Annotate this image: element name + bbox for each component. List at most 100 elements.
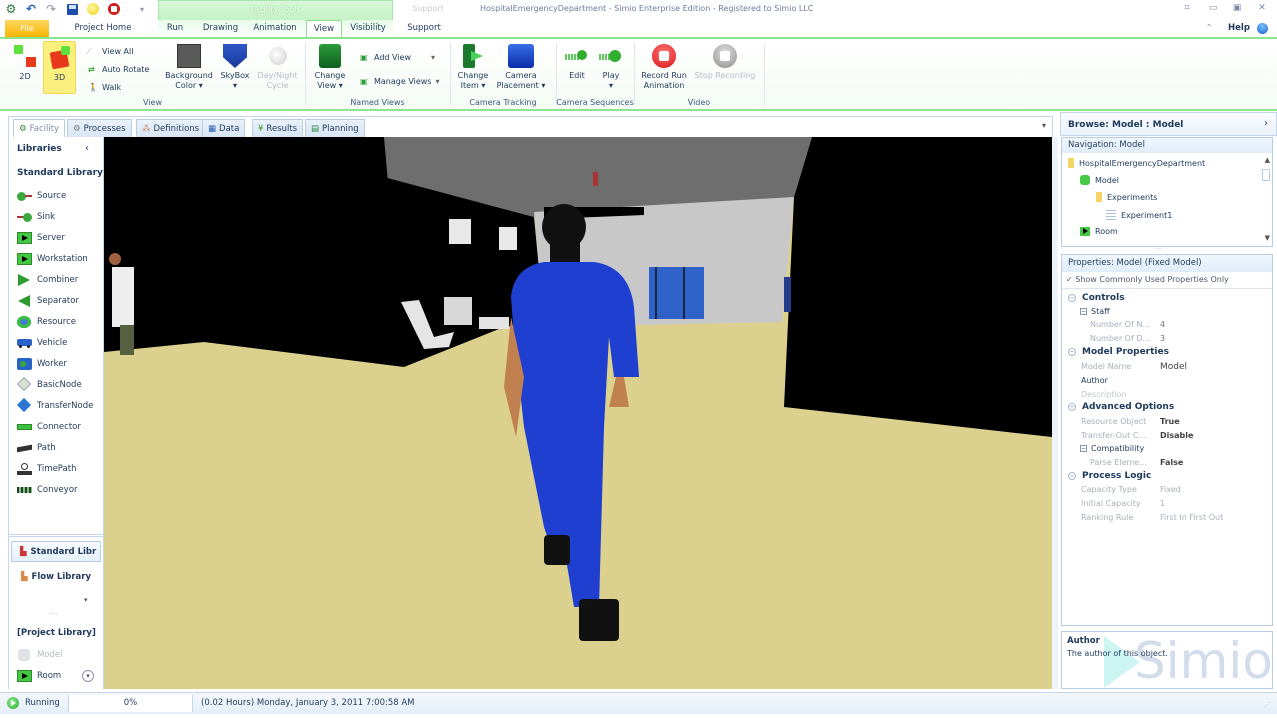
tree-item-experiment1[interactable]: Experiment1 [1106, 210, 1172, 220]
property-row-author-selected[interactable]: Author [1062, 376, 1272, 389]
tab-definitions[interactable]: ⁂ Definitions [136, 119, 206, 137]
tree-item-room[interactable]: Room [1080, 227, 1118, 236]
record-run-animation-button[interactable]: Record Run Animation [638, 44, 690, 91]
property-row[interactable]: Model Name Model [1062, 362, 1272, 375]
viewport-splitter[interactable] [1052, 137, 1058, 689]
collapse-icon[interactable]: − [1080, 308, 1087, 315]
lib-item-resource[interactable]: Resource [17, 314, 76, 330]
category-controls[interactable]: − Controls [1068, 293, 1125, 303]
tab-run[interactable]: Run [160, 20, 190, 37]
property-row[interactable]: Ranking Rule First In First Out [1062, 513, 1272, 526]
tree-item-project[interactable]: HospitalEmergencyDepartment [1068, 158, 1205, 168]
2d-button[interactable]: 2D [10, 45, 40, 82]
walk-button[interactable]: 🚶 Walk [88, 80, 121, 94]
lib-item-combiner[interactable]: Combiner [17, 272, 78, 288]
manage-views-button[interactable]: ▣ Manage Views ▾ [360, 74, 440, 88]
tab-processes[interactable]: ⚙ Processes [67, 119, 132, 137]
background-color-button[interactable]: Background Color ▾ [163, 44, 215, 91]
tab-support[interactable]: Support [403, 20, 445, 37]
category-advanced-options[interactable]: − Advanced Options [1068, 402, 1174, 412]
tab-project-home[interactable]: Project Home [68, 20, 138, 37]
tree-item-model[interactable]: Model [1080, 175, 1119, 185]
flow-library-button[interactable]: ▙ Flow Library [11, 568, 101, 586]
tab-visibility[interactable]: Visibility [347, 20, 389, 37]
camera-placement-button[interactable]: Camera Placement ▾ [495, 44, 547, 91]
tab-drawing[interactable]: Drawing [198, 20, 243, 37]
lib-item-vehicle[interactable]: Vehicle [17, 335, 67, 351]
lib-item-path[interactable]: Path [17, 440, 56, 456]
auto-rotate-button[interactable]: ⇄ Auto Rotate [88, 62, 149, 76]
scroll-down-icon[interactable]: ▼ [1265, 234, 1270, 242]
scrollbar-thumb[interactable] [1262, 169, 1270, 181]
property-row[interactable]: Transfer-Out C... Disable [1062, 431, 1272, 444]
show-common-properties-toggle[interactable]: ✓ Show Commonly Used Properties Only [1062, 272, 1272, 289]
more-libraries-chevron-icon[interactable]: ▾ [84, 596, 88, 604]
lib-item-connector[interactable]: Connector [17, 419, 81, 435]
tab-planning[interactable]: ▤ Planning [305, 119, 365, 137]
change-view-button[interactable]: Change View ▾ [312, 44, 348, 91]
project-item-room[interactable]: Room [17, 668, 61, 684]
tab-facility[interactable]: ⚙ Facility [13, 119, 66, 137]
category-staff[interactable]: − Staff [1080, 307, 1110, 316]
close-button[interactable]: ✕ [1255, 3, 1269, 15]
property-row[interactable]: Capacity Type Fixed [1062, 485, 1272, 498]
expand-project-library-icon[interactable]: ▾ [82, 670, 94, 682]
sequence-play-button[interactable]: Play ▾ [597, 44, 625, 91]
lib-item-basicnode[interactable]: BasicNode [16, 376, 82, 393]
property-row[interactable]: Number Of D... 3 [1062, 334, 1272, 347]
stop-icon[interactable] [107, 2, 121, 16]
lib-item-conveyor[interactable]: Conveyor [17, 482, 78, 498]
property-row[interactable]: Initial Capacity 1 [1062, 499, 1272, 512]
lib-item-transfernode[interactable]: TransferNode [16, 397, 93, 414]
property-row[interactable]: Number Of N... 4 [1062, 320, 1272, 333]
collapse-icon[interactable]: − [1068, 348, 1076, 356]
category-compatibility[interactable]: − Compatibility [1080, 444, 1144, 453]
lib-item-worker[interactable]: Worker [17, 356, 67, 372]
collapse-icon[interactable]: − [1080, 445, 1087, 452]
tab-animation[interactable]: Animation [250, 20, 300, 37]
minimize-ribbon-icon[interactable]: ⌃ [1203, 20, 1215, 37]
restore-layout-icon[interactable]: ⌗ [1180, 3, 1194, 15]
redo-icon[interactable]: ↷ [44, 2, 58, 16]
day-night-cycle-button[interactable]: Day/Night Cycle [255, 44, 300, 91]
category-process-logic[interactable]: − Process Logic [1068, 471, 1151, 481]
3d-button[interactable]: 3D [43, 41, 76, 94]
lib-item-separator[interactable]: Separator [17, 293, 79, 309]
facility-3d-viewport[interactable] [104, 137, 1052, 689]
sequence-edit-button[interactable]: Edit [562, 44, 592, 81]
help-icon[interactable] [1257, 20, 1269, 37]
tab-data[interactable]: ▦ Data [202, 119, 246, 137]
tab-view[interactable]: View [306, 20, 342, 37]
maximize-button[interactable]: ▣ [1230, 3, 1244, 15]
collapse-libraries-icon[interactable]: ‹ [85, 143, 89, 154]
add-view-button[interactable]: ▣ Add View ▾ [360, 50, 435, 64]
tree-item-experiments[interactable]: Experiments [1096, 192, 1157, 202]
collapse-icon[interactable]: − [1068, 472, 1076, 480]
lib-item-workstation[interactable]: Workstation [17, 251, 88, 267]
lib-item-source[interactable]: Source [17, 188, 66, 204]
splitter-grip[interactable]: ···· [1155, 246, 1163, 253]
help-button[interactable]: Help [1225, 20, 1253, 37]
undo-icon[interactable]: ↶ [24, 2, 38, 16]
minimize-button[interactable]: ▭ [1206, 3, 1220, 15]
project-item-model[interactable]: Model [17, 647, 63, 663]
property-row[interactable]: Parse Eleme... False [1062, 458, 1272, 471]
category-model-properties[interactable]: − Model Properties [1068, 347, 1169, 357]
collapse-panel-chevron-icon[interactable]: › [1264, 118, 1268, 129]
collapse-icon[interactable]: − [1068, 403, 1076, 411]
standard-library-button[interactable]: ▙ Standard Libr [11, 541, 101, 562]
change-item-button[interactable]: Change Item ▾ [455, 44, 491, 91]
splitter[interactable] [9, 534, 103, 537]
view-all-button[interactable]: ⁄ View All [88, 44, 133, 58]
tab-results[interactable]: ¥ Results [252, 119, 304, 137]
skybox-button[interactable]: SkyBox ▾ [218, 44, 252, 91]
customize-qat-icon[interactable]: ▾ [135, 2, 149, 16]
app-logo-icon[interactable]: ⚙ [4, 2, 18, 16]
property-row[interactable]: Resource Object True [1062, 417, 1272, 430]
resize-grip[interactable]: ⋰ [1264, 701, 1271, 709]
save-icon[interactable] [65, 2, 79, 16]
run-icon[interactable] [86, 2, 100, 16]
lib-item-timepath[interactable]: TimePath [17, 461, 76, 477]
lib-item-sink[interactable]: Sink [17, 209, 55, 225]
tabs-overflow-chevron-icon[interactable]: ▾ [1042, 121, 1046, 130]
